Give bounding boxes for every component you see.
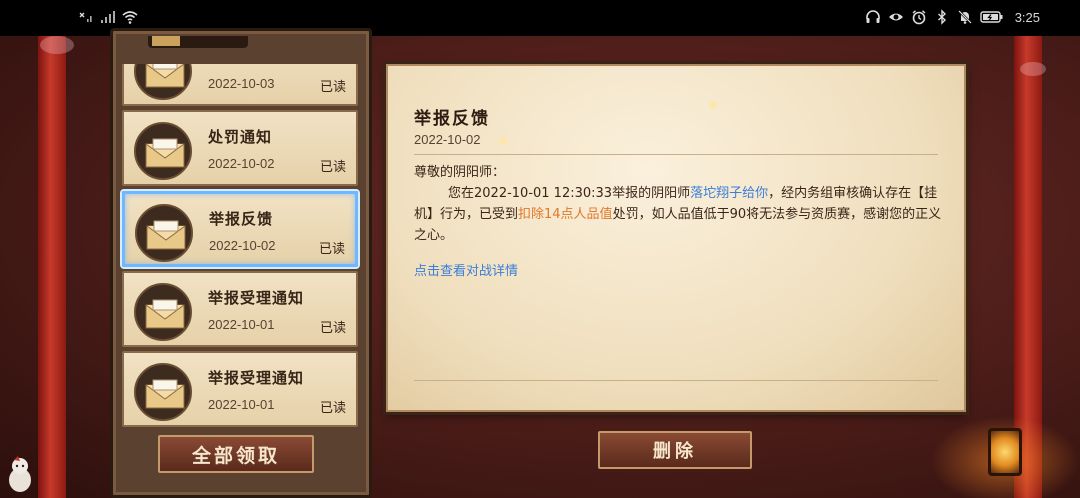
mail-list-item[interactable]: 举报受理通知 2022-10-01 已读 bbox=[122, 271, 358, 347]
read-status: 已读 bbox=[319, 401, 346, 416]
envelope-icon bbox=[134, 122, 192, 180]
headphones-icon bbox=[865, 10, 880, 23]
read-status: 已读 bbox=[319, 321, 346, 336]
read-status: 已读 bbox=[319, 160, 346, 175]
envelope-icon bbox=[135, 204, 193, 262]
sim-off-icon bbox=[79, 12, 92, 22]
left-pillar bbox=[38, 36, 66, 498]
mail-list-item[interactable]: 处罚通知 2022-10-02 已读 bbox=[122, 110, 358, 186]
divider bbox=[414, 154, 938, 155]
cherry-blossom-decoration bbox=[40, 36, 74, 54]
letter-paragraph: 您在2022-10-01 12:30:33举报的阴阳师落坨翔子给你，经内务组审核… bbox=[414, 183, 944, 246]
claim-all-button[interactable]: 全部领取 bbox=[158, 435, 314, 473]
envelope-icon bbox=[134, 283, 192, 341]
mail-title: 举报反馈 bbox=[209, 210, 274, 228]
letter-paper: 举报反馈 2022-10-02 尊敬的阴阳师： 您在2022-10-01 12:… bbox=[386, 64, 966, 412]
mute-icon bbox=[957, 10, 972, 24]
reported-player-link[interactable]: 落坨翔子给你 bbox=[690, 186, 768, 201]
signal-icon bbox=[101, 11, 115, 23]
lantern-icon bbox=[988, 428, 1022, 476]
mail-list-item[interactable]: 举报受理通知 2022-10-01 已读 bbox=[122, 351, 358, 427]
battery-icon bbox=[979, 11, 1003, 23]
mail-title: 处罚通知 bbox=[208, 128, 273, 146]
mail-tab[interactable] bbox=[148, 36, 248, 48]
sparkle-decoration bbox=[708, 100, 718, 110]
divider bbox=[414, 380, 938, 381]
letter-body: 尊敬的阴阳师： 您在2022-10-01 12:30:33举报的阴阳师落坨翔子给… bbox=[414, 162, 944, 246]
mail-date: 2022-10-01 bbox=[208, 397, 275, 412]
read-status: 已读 bbox=[319, 80, 346, 95]
letter-greeting: 尊敬的阴阳师： bbox=[414, 165, 506, 180]
penalty-highlight: 扣除14点人品值 bbox=[518, 207, 613, 222]
bluetooth-icon bbox=[937, 9, 946, 25]
mail-title: 举报受理通知 bbox=[208, 369, 305, 387]
mail-list-item-selected[interactable]: 举报反馈 2022-10-02 已读 bbox=[122, 191, 358, 267]
cherry-blossom-decoration bbox=[1020, 62, 1046, 76]
alarm-icon bbox=[912, 10, 926, 25]
battle-details-link[interactable]: 点击查看对战详情 bbox=[414, 260, 518, 279]
envelope-icon bbox=[134, 363, 192, 421]
clock: 3:25 bbox=[1014, 9, 1040, 25]
mail-title: 举报受理通知 bbox=[208, 289, 305, 307]
wifi-icon bbox=[122, 11, 138, 24]
eye-icon bbox=[888, 13, 903, 21]
sparkle-decoration bbox=[498, 136, 508, 146]
delete-button[interactable]: 删除 bbox=[598, 431, 752, 469]
letter-title: 举报反馈 bbox=[414, 109, 490, 129]
read-status: 已读 bbox=[318, 242, 345, 257]
letter-date: 2022-10-02 bbox=[414, 132, 481, 147]
mail-date: 2022-10-02 bbox=[208, 156, 275, 171]
mascot-icon bbox=[9, 456, 31, 492]
mail-date: 2022-10-01 bbox=[208, 317, 275, 332]
body-text: 您在2022-10-01 12:30:33举报的阴阳师 bbox=[448, 186, 691, 201]
mail-date: 2022-10-03 bbox=[208, 76, 275, 91]
mail-date: 2022-10-02 bbox=[209, 238, 276, 253]
